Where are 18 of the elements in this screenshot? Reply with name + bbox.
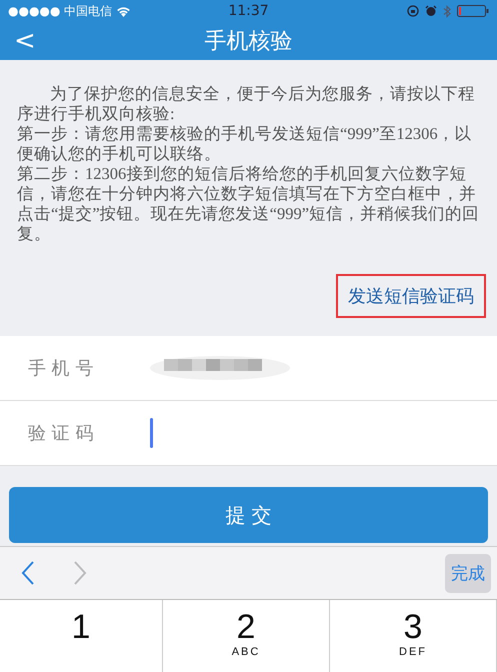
back-button[interactable]: < [0, 28, 50, 54]
next-icon[interactable] [72, 559, 88, 587]
submit-button[interactable]: 提 交 [9, 487, 488, 543]
battery-icon [457, 5, 489, 17]
status-time: 11:37 [228, 3, 269, 19]
alarm-icon [425, 5, 437, 17]
rotation-lock-icon [407, 5, 419, 17]
wifi-icon [116, 6, 132, 16]
bluetooth-icon [443, 4, 451, 18]
field-label: 手 机 号 [28, 357, 94, 380]
field-label: 验 证 码 [28, 422, 94, 445]
instruction-text: 第二步：12306接到您的短信后将给您的手机回复六位数字短信，请您在十分钟内将六位数字短信填写在下方空白框中，并点击“提交”按钮。现在先请您发送“999”短信，并稍候我们的回复。 [17, 164, 480, 244]
previous-icon[interactable] [20, 559, 36, 587]
instruction-text: 第一步：请您用需要核验的手机号发送短信“999”至12306，以便确认您的手机可以联络。 [17, 124, 473, 164]
carrier-name: ●●●●● 中国电信 [8, 2, 112, 20]
send-code-link[interactable]: 发送短信验证码 [336, 274, 486, 318]
page-title: 手机核验 [204, 28, 292, 56]
instruction-text: 为了保护您的信息安全，便于今后为您服务，请按以下程序进行手机双向核验: [17, 84, 476, 124]
